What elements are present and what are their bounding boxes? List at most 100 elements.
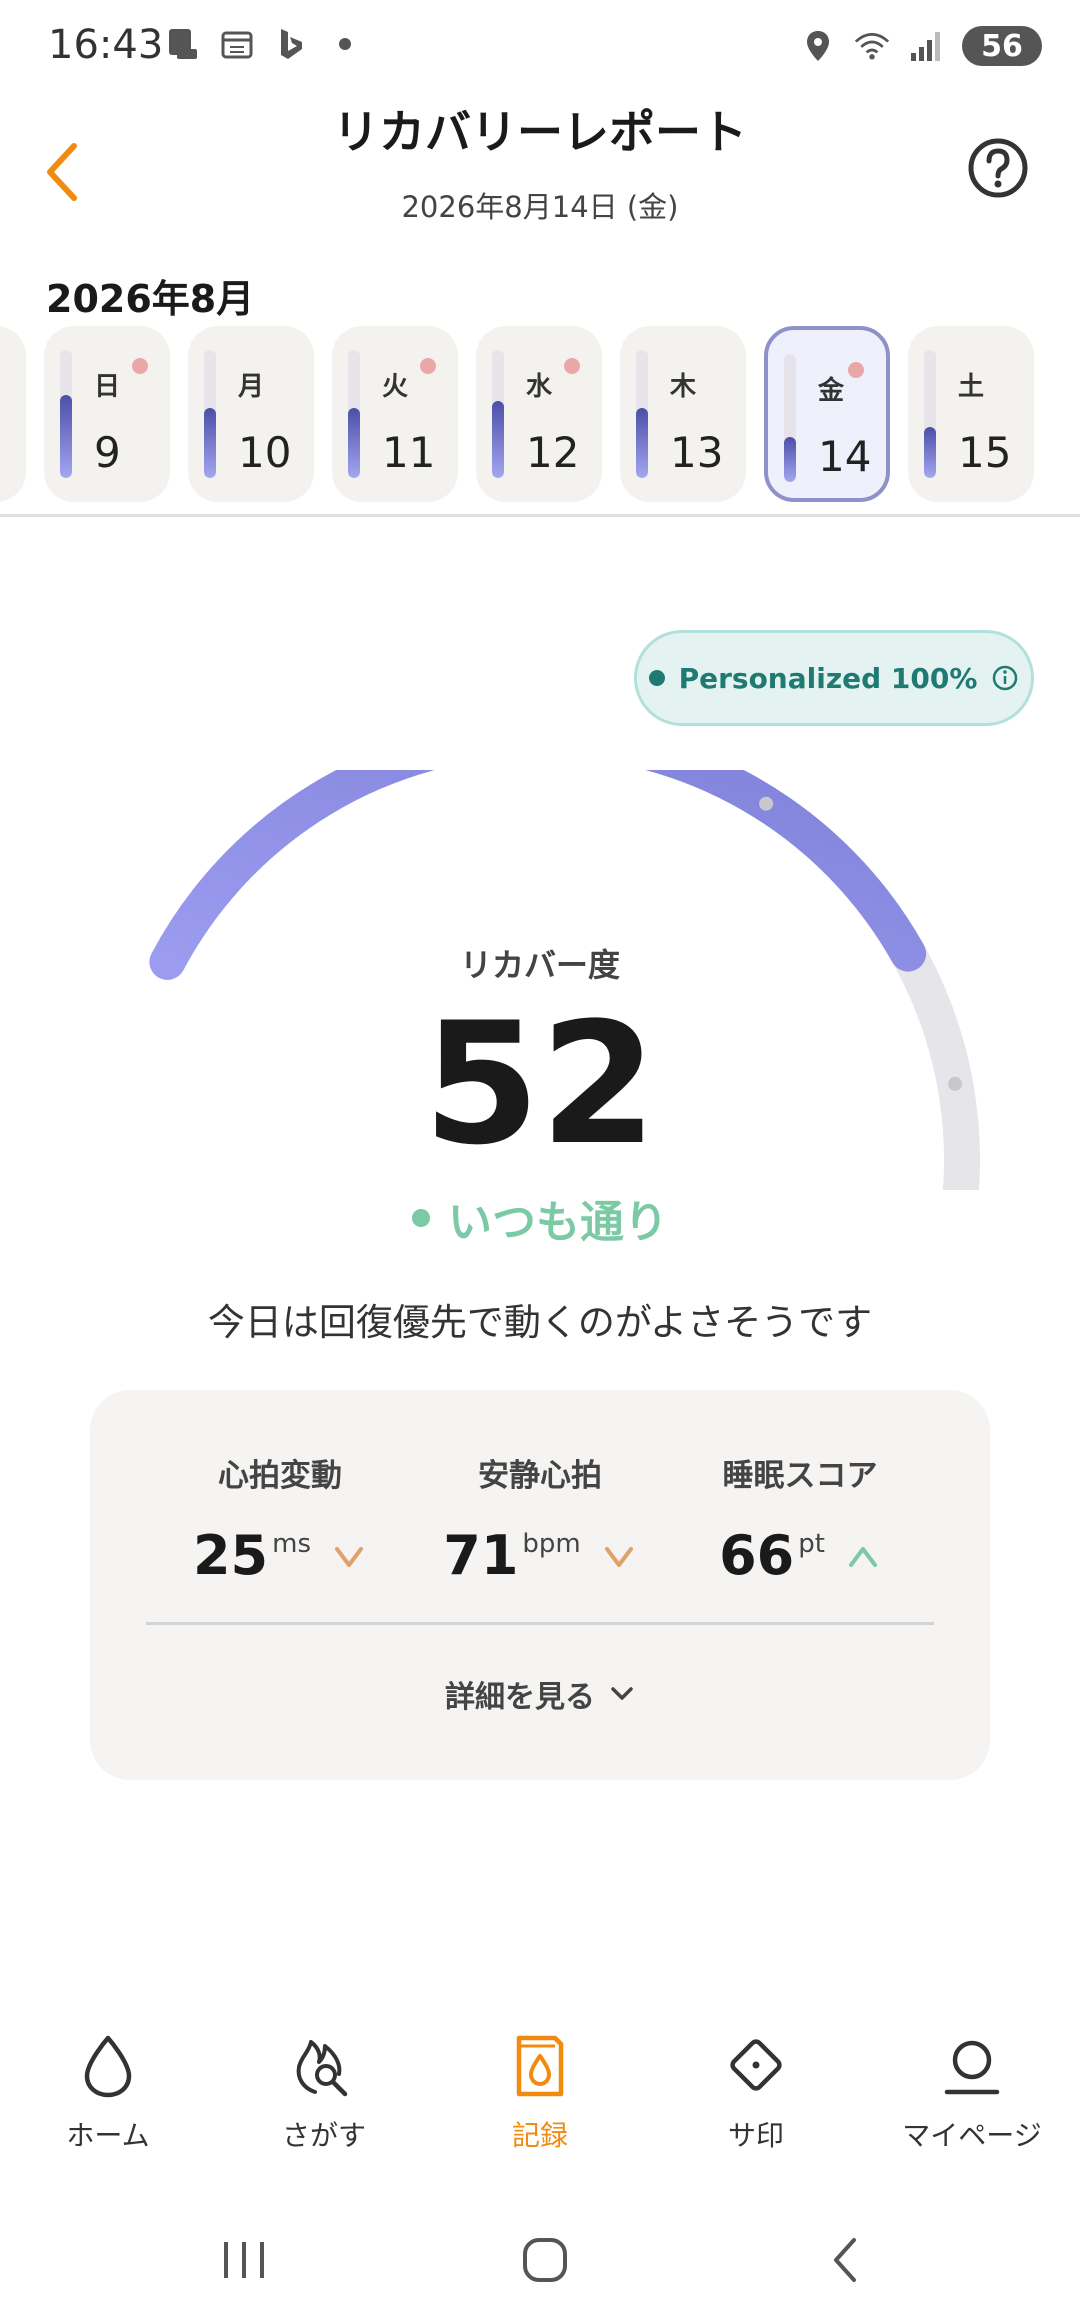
day-card[interactable]: 水 12 xyxy=(476,326,602,502)
nav-saunner[interactable]: サ印 xyxy=(656,2030,856,2154)
day-weekday: 水 xyxy=(526,372,553,402)
metric-value: 25 xyxy=(192,1524,269,1587)
status-left-icons xyxy=(165,26,363,62)
day-number: 9 xyxy=(94,428,121,477)
device-icon xyxy=(165,26,201,62)
month-label: 2026年8月 xyxy=(46,277,255,321)
recent-apps-icon[interactable] xyxy=(204,2220,284,2300)
bing-icon xyxy=(273,26,309,62)
gauge-fill xyxy=(149,770,927,980)
day-weekday: 土 xyxy=(958,372,985,402)
advice-text: 今日は回復優先で動くのがよさそうです xyxy=(207,1301,873,1344)
nav-mypage[interactable]: マイページ xyxy=(872,2030,1072,2154)
day-number: 15 xyxy=(958,428,1012,477)
nav-label: マイページ xyxy=(902,2119,1042,2152)
chevron-down-icon xyxy=(611,1687,633,1700)
day-level-fill xyxy=(492,401,504,478)
day-level-bar xyxy=(784,354,796,482)
metric-label: 安静心拍 xyxy=(478,1458,602,1494)
day-weekday: 月 xyxy=(238,372,265,402)
signal-icon xyxy=(908,28,944,64)
recovery-label: リカバー度 xyxy=(459,946,620,984)
nav-label: ホーム xyxy=(66,2119,150,2152)
day-level-fill xyxy=(348,407,360,478)
day-alert-dot xyxy=(564,358,580,374)
day-level-bar xyxy=(924,350,936,478)
nav-record[interactable]: 記録 xyxy=(440,2030,640,2154)
home-circle-icon[interactable] xyxy=(505,2220,585,2300)
day-card-previous[interactable] xyxy=(0,326,26,502)
day-level-bar xyxy=(204,350,216,478)
day-weekday: 金 xyxy=(818,376,845,406)
nav-home[interactable]: ホーム xyxy=(8,2030,208,2154)
day-level-fill xyxy=(204,407,216,478)
trend-down-icon xyxy=(335,1547,364,1567)
details-button[interactable]: 詳細を見る xyxy=(90,1672,990,1716)
app-header: リカバリーレポート 2026年8月14日 (金) xyxy=(0,96,1080,246)
status-time: 16:43 xyxy=(48,22,164,68)
metric-hrv: 心拍変動 25 ms xyxy=(140,1450,420,1583)
calendar-strip[interactable]: 日 9 月 10 火 11 水 12 木 13 金 14 土 15 xyxy=(0,326,1080,506)
metrics-divider xyxy=(146,1622,934,1625)
dot-icon xyxy=(327,26,363,62)
day-level-bar xyxy=(348,350,360,478)
day-card[interactable]: 木 13 xyxy=(620,326,746,502)
report-date: 2026年8月14日 (金) xyxy=(401,190,679,224)
day-weekday: 日 xyxy=(94,372,121,402)
day-alert-dot xyxy=(132,358,148,374)
system-back-icon[interactable] xyxy=(806,2220,886,2300)
personalized-badge[interactable]: Personalized 100% xyxy=(634,630,1034,726)
help-button[interactable] xyxy=(966,136,1030,200)
record-book-icon xyxy=(516,2035,564,2097)
system-nav-bar xyxy=(0,2200,1080,2316)
metric-resting-hr: 安静心拍 71 bpm xyxy=(400,1450,680,1583)
trend-down-icon xyxy=(604,1547,633,1567)
metric-unit: bpm xyxy=(522,1529,581,1559)
metric-label: 心拍変動 xyxy=(218,1458,342,1494)
metrics-card: 心拍変動 25 ms 安静心拍 71 bpm 睡眠スコア 66 pt 詳細を見る xyxy=(90,1390,990,1780)
day-card[interactable]: 月 10 xyxy=(188,326,314,502)
calendar-icon xyxy=(219,26,255,62)
info-icon xyxy=(993,665,1018,691)
metric-unit: pt xyxy=(798,1529,825,1559)
day-number: 13 xyxy=(670,428,724,477)
day-level-fill xyxy=(784,437,796,482)
day-level-bar xyxy=(492,350,504,478)
day-card[interactable]: 日9 xyxy=(44,326,170,502)
metric-unit: ms xyxy=(272,1529,312,1559)
metric-value: 71 xyxy=(443,1524,519,1587)
nav-label: サ印 xyxy=(727,2119,784,2152)
day-weekday: 火 xyxy=(382,372,409,402)
day-card[interactable]: 土 15 xyxy=(908,326,1034,502)
nav-search[interactable]: さがす xyxy=(224,2030,424,2154)
day-card[interactable]: 火 11 xyxy=(332,326,458,502)
badge-dot xyxy=(648,670,665,686)
help-icon xyxy=(968,138,1028,198)
day-number: 12 xyxy=(526,428,580,477)
trend-up-icon xyxy=(848,1547,877,1567)
day-number: 14 xyxy=(818,432,872,481)
metric-value: 66 xyxy=(719,1524,795,1587)
nav-label: さがす xyxy=(281,2119,366,2152)
status-text: いつも通り xyxy=(448,1197,668,1248)
recovery-status: いつも通り xyxy=(0,1186,1080,1250)
personalized-text: Personalized 100% xyxy=(678,661,978,695)
flame-search-icon xyxy=(296,2040,348,2097)
day-number: 10 xyxy=(238,428,292,477)
status-bar: 16:43 56 xyxy=(0,0,1080,96)
metric-label: 睡眠スコア xyxy=(722,1458,878,1494)
day-level-fill xyxy=(924,426,936,478)
bottom-nav: ホーム さがす 記録 サ印 マイページ xyxy=(0,2010,1080,2190)
diamond-icon xyxy=(730,2039,782,2091)
day-weekday: 木 xyxy=(670,372,697,402)
details-label: 詳細を見る xyxy=(445,1680,595,1715)
day-level-bar xyxy=(60,350,72,478)
day-number: 11 xyxy=(382,428,436,477)
drop-icon xyxy=(84,2035,132,2098)
page-title: リカバリーレポート xyxy=(333,105,747,159)
location-icon xyxy=(800,28,836,64)
nav-label: 記録 xyxy=(511,2119,568,2152)
calendar-divider xyxy=(0,514,1080,517)
day-card[interactable]: 金 14 xyxy=(764,326,890,502)
battery-indicator: 56 xyxy=(962,26,1042,66)
